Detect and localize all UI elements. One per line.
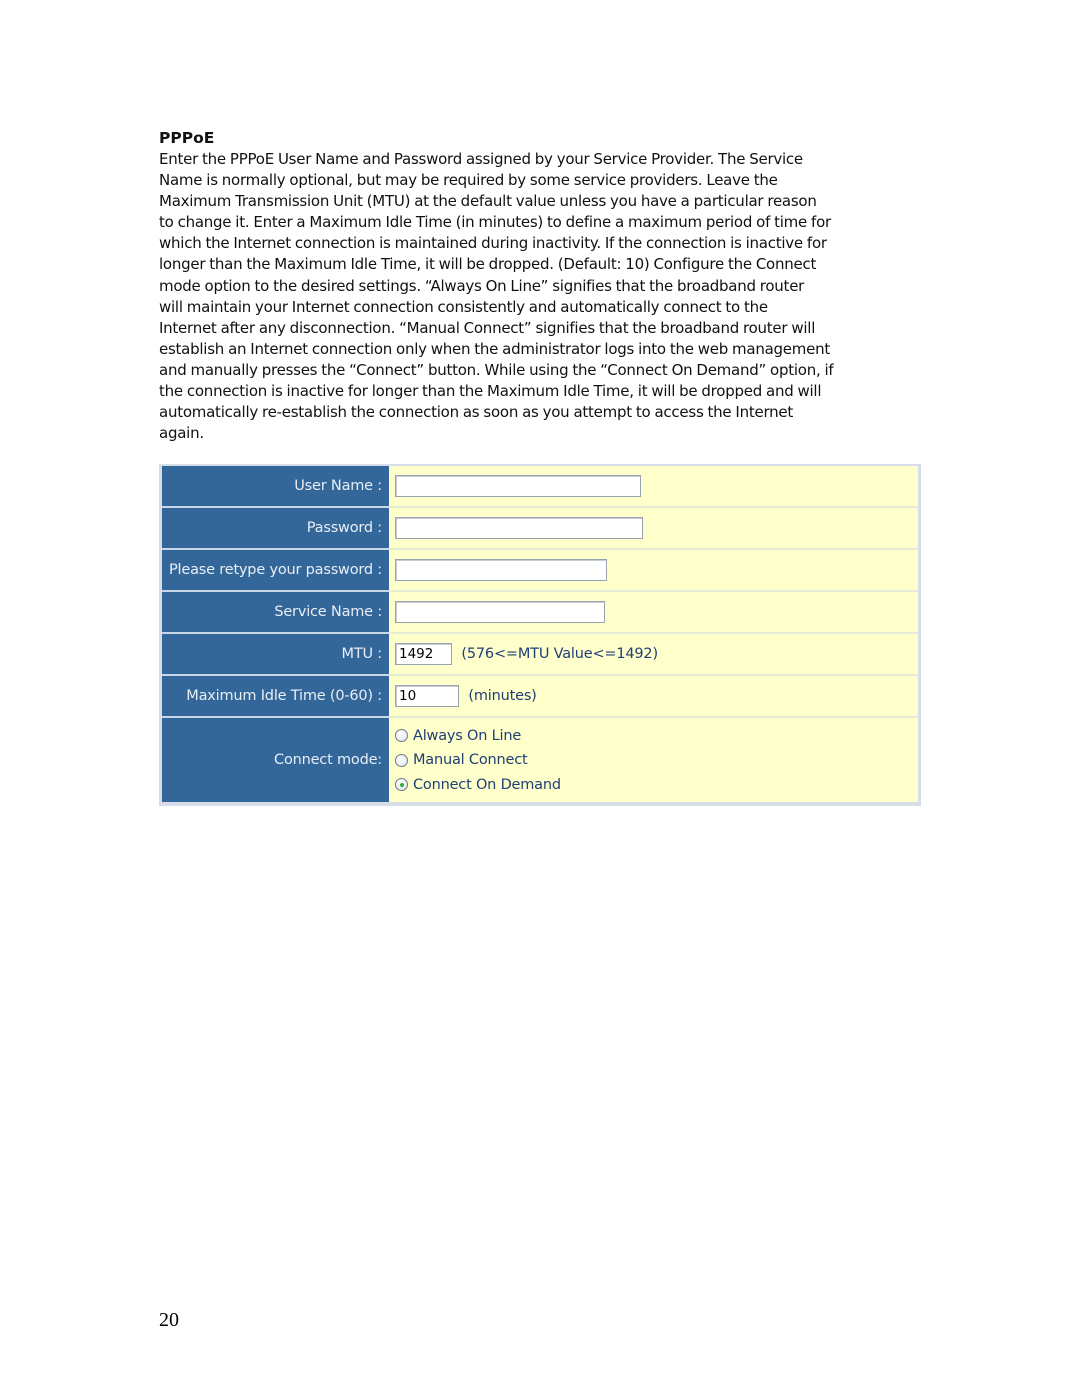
service-name-row: Service Name :	[162, 592, 918, 634]
user-name-label: User Name :	[162, 466, 389, 508]
user-name-input[interactable]	[395, 475, 641, 497]
radio-label: Connect On Demand	[413, 776, 561, 793]
retype-password-cell	[389, 550, 918, 592]
paragraph-line: and manually presses the “Connect” butto…	[159, 360, 834, 379]
paragraph-line: again.	[159, 424, 204, 443]
connect-mode-label: Connect mode:	[162, 718, 389, 802]
mtu-input[interactable]	[395, 643, 452, 665]
max-idle-time-label: Maximum Idle Time (0-60) :	[162, 676, 389, 718]
paragraph-line: Maximum Transmission Unit (MTU) at the d…	[159, 192, 817, 211]
max-idle-time-row: Maximum Idle Time (0-60) : (minutes)	[162, 676, 918, 718]
user-name-row: User Name :	[162, 466, 918, 508]
paragraph-line: Internet after any disconnection. “Manua…	[159, 318, 816, 337]
radio-button[interactable]	[395, 753, 408, 767]
paragraph-line: the connection is inactive for longer th…	[159, 382, 822, 401]
connect-mode-option-always-on-line[interactable]: Always On Line	[395, 723, 918, 748]
description-paragraph: Enter the PPPoE User Name and Password a…	[159, 149, 924, 444]
password-input[interactable]	[395, 517, 643, 539]
mtu-cell: (576<=MTU Value<=1492)	[389, 634, 918, 676]
retype-password-row: Please retype your password :	[162, 550, 918, 592]
paragraph-line: which the Internet connection is maintai…	[159, 234, 827, 253]
paragraph-line: will maintain your Internet connection c…	[159, 297, 768, 316]
service-name-input[interactable]	[395, 601, 605, 623]
mtu-range-hint: (576<=MTU Value<=1492)	[461, 646, 658, 662]
password-label: Password :	[162, 508, 389, 550]
paragraph-line: establish an Internet connection only wh…	[159, 339, 831, 358]
connect-mode-options: Always On Line Manual Connect Connect On…	[389, 718, 918, 802]
section-heading: PPPoE	[159, 129, 215, 147]
password-row: Password :	[162, 508, 918, 550]
connect-mode-row: Connect mode: Always On Line Manual Conn…	[162, 718, 918, 802]
paragraph-line: mode option to the desired settings. “Al…	[159, 276, 805, 295]
paragraph-line: automatically re-establish the connectio…	[159, 403, 793, 422]
connect-mode-option-connect-on-demand[interactable]: Connect On Demand	[395, 772, 918, 797]
radio-label: Manual Connect	[413, 752, 528, 768]
paragraph-line: to change it. Enter a Maximum Idle Time …	[159, 213, 831, 232]
mtu-label: MTU :	[162, 634, 389, 676]
service-name-label: Service Name :	[162, 592, 389, 634]
retype-password-input[interactable]	[395, 559, 607, 581]
pppoe-settings-table: User Name : Password : Please retype you…	[162, 466, 918, 802]
paragraph-line: longer than the Maximum Idle Time, it wi…	[159, 255, 817, 274]
page-number: 20	[159, 1309, 179, 1331]
radio-button[interactable]	[395, 729, 408, 742]
connect-mode-option-manual-connect[interactable]: Manual Connect	[395, 748, 918, 773]
radio-button-selected[interactable]	[395, 778, 408, 791]
document-body: PPPoE Enter the PPPoE User Name and Pass…	[159, 128, 924, 444]
password-cell	[389, 508, 918, 550]
mtu-row: MTU : (576<=MTU Value<=1492)	[162, 634, 918, 676]
max-idle-time-input[interactable]	[395, 685, 459, 707]
service-name-cell	[389, 592, 918, 634]
paragraph-line: Enter the PPPoE User Name and Password a…	[159, 150, 803, 168]
user-name-cell	[389, 466, 918, 508]
minutes-unit-hint: (minutes)	[468, 688, 537, 704]
paragraph-line: Name is normally optional, but may be re…	[159, 171, 778, 190]
radio-label: Always On Line	[413, 727, 522, 744]
max-idle-time-cell: (minutes)	[389, 676, 918, 718]
retype-password-label: Please retype your password :	[162, 550, 389, 592]
pppoe-settings-form: User Name : Password : Please retype you…	[159, 464, 921, 806]
